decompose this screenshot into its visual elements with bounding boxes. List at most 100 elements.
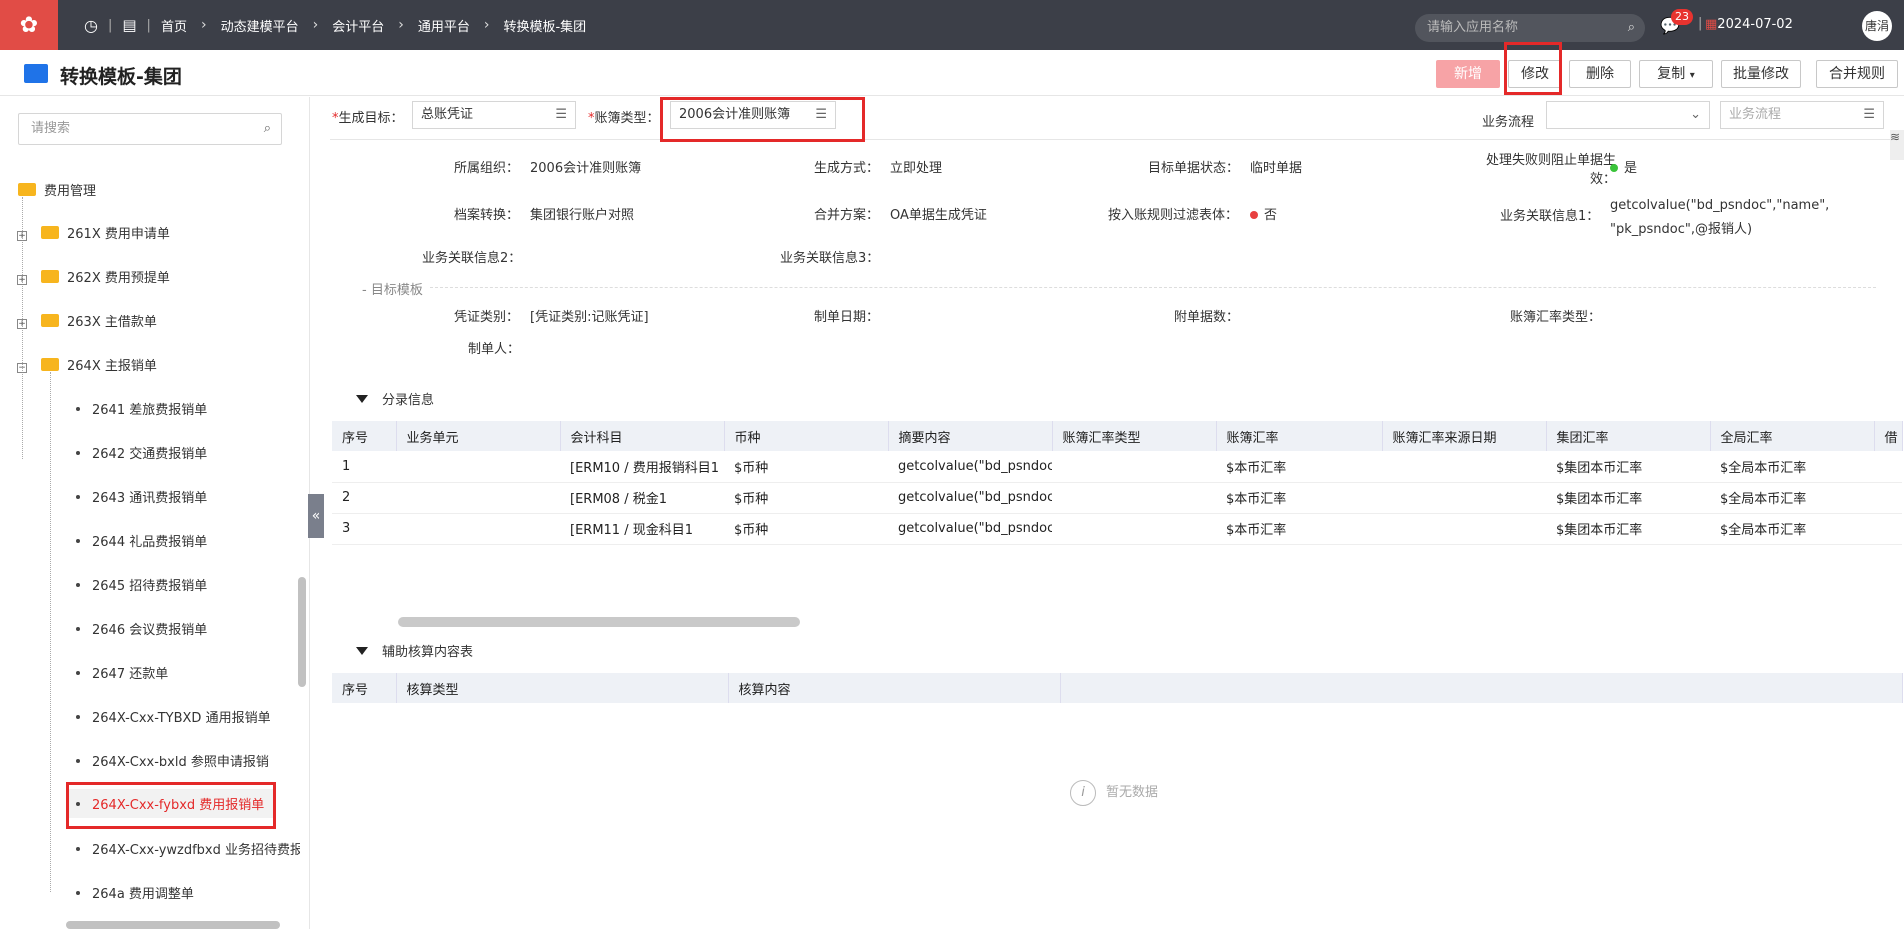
tree-item-2643[interactable]: 2643 通讯费报销单 — [76, 487, 207, 506]
attach-label: 附单据数： — [1174, 310, 1240, 325]
biz-flow-field[interactable]: 业务流程 ☰ — [1720, 101, 1884, 129]
date-display[interactable]: ▦2024-07-02 — [1705, 17, 1793, 32]
app-search-input[interactable]: 请输入应用名称 ⌕ — [1415, 14, 1645, 42]
search-icon[interactable]: ⌕ — [1628, 14, 1635, 42]
edit-button[interactable]: 修改 — [1508, 60, 1562, 88]
rel2-label: 业务关联信息2： — [422, 251, 522, 266]
bullet — [76, 627, 80, 631]
column-header[interactable]: 借 — [1874, 421, 1903, 451]
tree-item-bxld[interactable]: 264X-Cxx-bxld 参照申请报销 — [76, 751, 269, 770]
tree-label: 2641 差旅费报销单 — [92, 403, 208, 418]
column-header[interactable]: 序号 — [332, 421, 397, 451]
list-icon[interactable]: ☰ — [555, 102, 567, 128]
maker-label: 制单人： — [468, 342, 521, 357]
column-header — [1060, 673, 1903, 703]
column-header[interactable]: 集团汇率 — [1546, 421, 1711, 451]
gen-mode-value: 立即处理 — [890, 161, 943, 176]
tree-item-fybxd-selected[interactable]: 264X-Cxx-fybxd 费用报销单 — [66, 789, 275, 818]
table-cell: $本币汇率 — [1216, 451, 1382, 483]
folder-icon — [41, 226, 59, 239]
breadcrumb-item[interactable]: 通用平台 — [418, 16, 470, 35]
table-hscrollbar[interactable] — [398, 617, 800, 627]
table-row[interactable]: 1 [ERM10 / 费用报销科目1 $币种 getcolvalue("bd_psnd… — [332, 451, 1902, 483]
breadcrumb-item[interactable]: 动态建模平台 — [221, 16, 299, 35]
tree-item-ywzdfbxd[interactable]: 264X-Cxx-ywzdfbxd 业务招待费报销 — [76, 839, 300, 858]
tree-folder-261x[interactable]: +261X 费用申请单 — [17, 223, 170, 242]
column-header[interactable]: 序号 — [332, 673, 397, 703]
column-header[interactable]: 账簿汇率来源日期 — [1382, 421, 1547, 451]
sidebar-hscrollbar[interactable] — [66, 921, 280, 929]
tree-label: 264X-Cxx-TYBXD 通用报销单 — [92, 711, 271, 726]
tree-item-2644[interactable]: 2644 礼品费报销单 — [76, 531, 207, 550]
batch-edit-button[interactable]: 批量修改 — [1721, 60, 1801, 88]
entries-table: 序号 业务单元 会计科目 币种 摘要内容 账簿汇率类型 账簿汇率 账簿汇率来源日… — [332, 421, 1903, 545]
tree-item-2647[interactable]: 2647 还款单 — [76, 663, 168, 682]
expand-icon[interactable]: + — [17, 231, 27, 241]
table-cell — [1382, 482, 1546, 514]
page-header: 转换模板-集团 新增 修改 删除 复制 ▾ 批量修改 合并规则 — [0, 50, 1904, 96]
logo-icon: ✿ — [19, 12, 39, 38]
column-header[interactable]: 账簿汇率类型 — [1052, 421, 1217, 451]
book-type-field[interactable]: 2006会计准则账簿 ☰ — [670, 101, 836, 129]
column-header[interactable]: 摘要内容 — [888, 421, 1053, 451]
value-line-2: "pk_psndoc",@报销人) — [1610, 222, 1753, 237]
sidebar-scrollbar[interactable] — [298, 577, 306, 687]
biz-flow-select[interactable]: ⌄ — [1546, 101, 1710, 129]
collapse-sidebar-button[interactable]: « — [308, 494, 324, 538]
tree-item-2642[interactable]: 2642 交通费报销单 — [76, 443, 207, 462]
status-dot — [1250, 211, 1258, 219]
tree-item-264a[interactable]: 264a 费用调整单 — [76, 883, 194, 902]
add-button[interactable]: 新增 — [1436, 60, 1500, 88]
tree-label: 264X 主报销单 — [67, 359, 157, 374]
tree-item-2641[interactable]: 2641 差旅费报销单 — [76, 399, 207, 418]
list-icon[interactable]: ☰ — [1863, 102, 1875, 128]
app-logo[interactable]: ✿ — [0, 0, 58, 50]
doc-icon[interactable]: ▤ — [122, 16, 136, 34]
table-cell — [396, 513, 560, 545]
column-header[interactable]: 核算内容 — [728, 673, 1061, 703]
table-row[interactable]: 2 [ERM08 / 税金1 $币种 getcolvalue("bd_psndoc..… — [332, 482, 1902, 514]
section-title: 分录信息 — [382, 393, 435, 408]
tree-folder-262x[interactable]: +262X 费用预提单 — [17, 267, 170, 286]
target-status-label: 目标单据状态： — [1148, 161, 1240, 176]
column-header[interactable]: 币种 — [724, 421, 889, 451]
value-line-1: getcolvalue("bd_psndoc","name", — [1610, 198, 1830, 213]
breadcrumb-home[interactable]: 首页 — [161, 16, 187, 35]
tree-item-2646[interactable]: 2646 会议费报销单 — [76, 619, 207, 638]
label-line-1: 处理失败则阻止单据生 — [1485, 153, 1616, 168]
search-placeholder: 请输入应用名称 — [1427, 20, 1519, 35]
field-value: 2006会计准则账簿 — [679, 107, 791, 122]
expand-icon[interactable]: + — [17, 319, 27, 329]
date-label: 制单日期： — [814, 310, 880, 325]
target-field[interactable]: 总账凭证 ☰ — [412, 101, 576, 129]
tree-item-2645[interactable]: 2645 招待费报销单 — [76, 575, 207, 594]
collapse-icon[interactable]: − — [17, 363, 27, 373]
entries-section-toggle[interactable]: 分录信息 — [356, 389, 434, 408]
table-cell — [1382, 513, 1546, 545]
layers-icon[interactable]: ≋ — [1890, 130, 1904, 160]
sidebar-search-input[interactable]: 请搜索 ⌕ — [18, 113, 282, 145]
delete-button[interactable]: 删除 — [1569, 60, 1631, 88]
breadcrumb-item[interactable]: 会计平台 — [332, 16, 384, 35]
column-header[interactable]: 全局汇率 — [1710, 421, 1875, 451]
tree-label: 264X-Cxx-fybxd 费用报销单 — [92, 798, 265, 813]
copy-button[interactable]: 复制 ▾ — [1639, 60, 1713, 88]
search-icon[interactable]: ⌕ — [264, 114, 271, 144]
history-icon[interactable]: ◷ — [84, 16, 98, 35]
list-icon[interactable]: ☰ — [815, 102, 827, 128]
tree-item-tybxd[interactable]: 264X-Cxx-TYBXD 通用报销单 — [76, 707, 271, 726]
tree-root[interactable]: 费用管理 — [18, 180, 96, 199]
column-header[interactable]: 核算类型 — [396, 673, 729, 703]
tree-folder-263x[interactable]: +263X 主借款单 — [17, 311, 157, 330]
table-row[interactable]: 3 [ERM11 / 现金科目1 $币种 getcolvalue("bd_psndoc… — [332, 513, 1902, 545]
field-value: 总账凭证 — [421, 107, 474, 122]
tree-label: 262X 费用预提单 — [67, 271, 170, 286]
avatar[interactable]: 唐涓 — [1862, 11, 1892, 41]
tree-folder-264x[interactable]: − 264X 主报销单 — [17, 355, 157, 374]
column-header[interactable]: 会计科目 — [560, 421, 725, 451]
merge-rule-button[interactable]: 合并规则 — [1816, 60, 1898, 88]
column-header[interactable]: 业务单元 — [396, 421, 561, 451]
column-header[interactable]: 账簿汇率 — [1216, 421, 1383, 451]
aux-section-toggle[interactable]: 辅助核算内容表 — [356, 641, 473, 660]
expand-icon[interactable]: + — [17, 275, 27, 285]
